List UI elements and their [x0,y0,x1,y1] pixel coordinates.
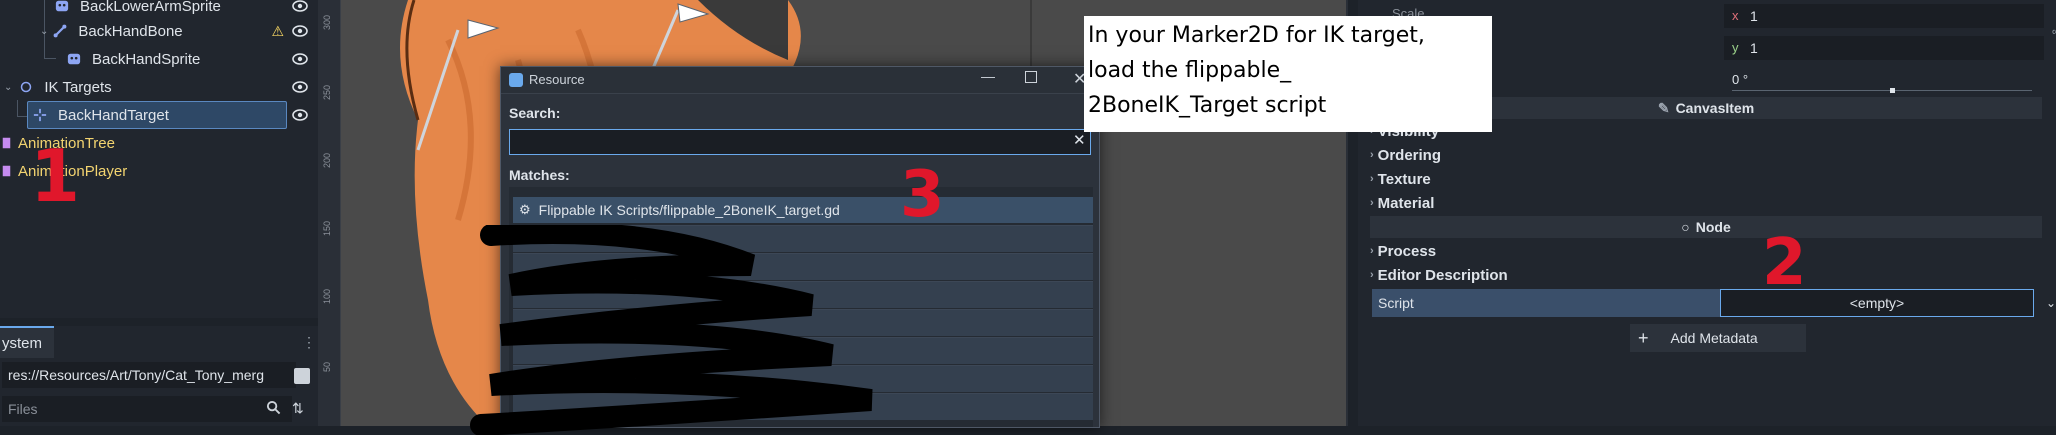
tree-item-label: IK Targets [44,78,112,96]
add-metadata-button[interactable]: + Add Metadata [1630,324,1806,352]
instruction-callout: In your Marker2D for IK target, load the… [1084,16,1492,132]
tree-item-label: BackHandSprite [92,50,201,68]
tree-item-label: BackHandTarget [58,106,169,124]
ruler-tick: 150 [322,220,332,236]
tree-item-backhandsprite[interactable]: BackHandSprite [66,45,318,73]
bone-icon [52,23,68,39]
callout-line: load the flippable_ [1088,58,1292,83]
visibility-eye-icon[interactable] [292,51,308,67]
node-circle-icon: ○ [1681,219,1690,235]
tree-item-ik-targets[interactable]: ⌄ IK Targets [4,73,318,101]
ruler-tick: 50 [322,361,332,372]
group-label: Material [1377,194,1435,212]
chevron-right-icon: › [1370,197,1374,209]
collapse-chevron-icon[interactable]: ⌄ [40,26,48,37]
tree-item-backhandbone[interactable]: ⌄ BackHandBone ⚠ [40,17,318,45]
link-icon[interactable]: ∞ [2052,26,2056,38]
section-canvasitem-title: CanvasItem [1675,100,1755,116]
visibility-eye-icon[interactable] [292,0,308,14]
match-item-selected[interactable]: ⚙ Flippable IK Scripts/flippable_2BoneIK… [513,197,1093,223]
group-texture[interactable]: › Texture [1370,168,1431,190]
sprite-icon [66,51,82,67]
scale-y-field[interactable]: y 1 [1724,36,2044,60]
section-node[interactable]: ○ Node [1370,216,2042,238]
chevron-right-icon: › [1370,149,1374,161]
dialog-titlebar[interactable]: Resource — ✕ [501,67,1099,94]
tree-item-backhandtarget[interactable]: BackHandTarget [32,101,318,129]
redaction-scribble [470,225,873,435]
scale-x-value: 1 [1750,8,1758,24]
pencil-icon: ✎ [1657,99,1670,116]
gear-icon: ⚙ [519,202,531,217]
clear-search-icon[interactable]: ✕ [1073,131,1086,149]
group-label: Ordering [1377,146,1442,164]
animation-player-icon [0,163,16,179]
node-circle-icon [18,79,34,95]
script-property-label: Script [1372,289,1728,317]
x-axis-label: x [1732,8,1739,23]
group-editor-description[interactable]: › Editor Description [1370,264,1508,286]
scale-x-field[interactable]: x 1 [1724,4,2044,28]
file-filter-input[interactable]: Files [2,396,292,422]
rotation-value: 0 ° [1732,72,1749,87]
y-axis-label: y [1732,40,1739,55]
plus-icon: + [1638,327,1649,348]
callout-line: 2BoneIK_Target script [1088,93,1327,118]
ruler-tick: 250 [322,84,332,100]
tree-guide [44,58,56,59]
callout-line: In your Marker2D for IK target, [1088,23,1425,48]
step-number-1: 1 [30,134,81,218]
resource-dialog: Resource — ✕ Search: ✕ Matches: ⚙ Flippa… [470,66,1100,435]
group-ordering[interactable]: › Ordering [1370,144,1441,166]
collapse-chevron-icon[interactable]: ⌄ [4,82,12,93]
rotation-slider-grabber[interactable] [1890,88,1895,93]
search-input[interactable] [509,129,1091,155]
dialog-title: Resource [529,72,585,87]
group-label: Texture [1377,170,1431,188]
filesystem-panel: ystem ⋮ res://Resources/Art/Tony/Cat_Ton… [0,326,318,426]
maximize-icon[interactable] [1025,71,1037,83]
minimize-icon[interactable]: — [981,68,995,84]
step-number-2: 2 [1762,226,1807,300]
chevron-right-icon: › [1370,173,1374,185]
group-process[interactable]: › Process [1370,240,1436,262]
group-material[interactable]: › Material [1370,192,1434,214]
tree-guide [17,100,18,116]
split-view-icon[interactable] [294,368,310,384]
kebab-menu-icon[interactable]: ⋮ [302,334,316,351]
visibility-eye-icon[interactable] [292,23,308,39]
tab-filesystem[interactable]: ystem [0,326,54,358]
animation-tree-icon [0,135,16,151]
tree-item-label: BackHandBone [78,22,183,40]
search-label: Search: [509,105,561,121]
match-item-label: Flippable IK Scripts/flippable_2BoneIK_t… [538,202,840,218]
group-label: Process [1377,242,1437,260]
marker2d-icon [32,107,48,123]
matches-label: Matches: [509,167,570,183]
ruler-tick: 100 [322,288,332,304]
chevron-right-icon: › [1370,245,1374,257]
chevron-right-icon: › [1370,269,1374,281]
visibility-eye-icon[interactable] [292,79,308,95]
sprite-icon [54,0,70,14]
group-label: Editor Description [1377,266,1508,284]
visibility-eye-icon[interactable] [292,107,308,123]
add-metadata-label: Add Metadata [1670,330,1758,346]
sort-icon[interactable]: ⇅ [292,400,304,417]
warning-icon[interactable]: ⚠ [271,23,284,40]
rotation-field[interactable]: 0 ° [1724,70,2044,93]
vertical-ruler: 300 250 200 150 100 50 [318,0,341,426]
ruler-tick: 300 [322,14,332,30]
path-field[interactable]: res://Resources/Art/Tony/Cat_Tony_merg [2,362,296,388]
chevron-down-icon[interactable]: ⌄ [2046,296,2056,310]
section-node-title: Node [1695,219,1731,235]
step-number-3: 3 [900,158,945,232]
scale-y-value: 1 [1750,40,1758,56]
search-icon [266,400,281,418]
rotation-slider-track[interactable] [1732,90,2032,91]
godot-logo-icon [509,73,523,87]
tree-item-label: BackLowerArmSprite [80,0,221,15]
ruler-tick: 200 [322,152,332,168]
